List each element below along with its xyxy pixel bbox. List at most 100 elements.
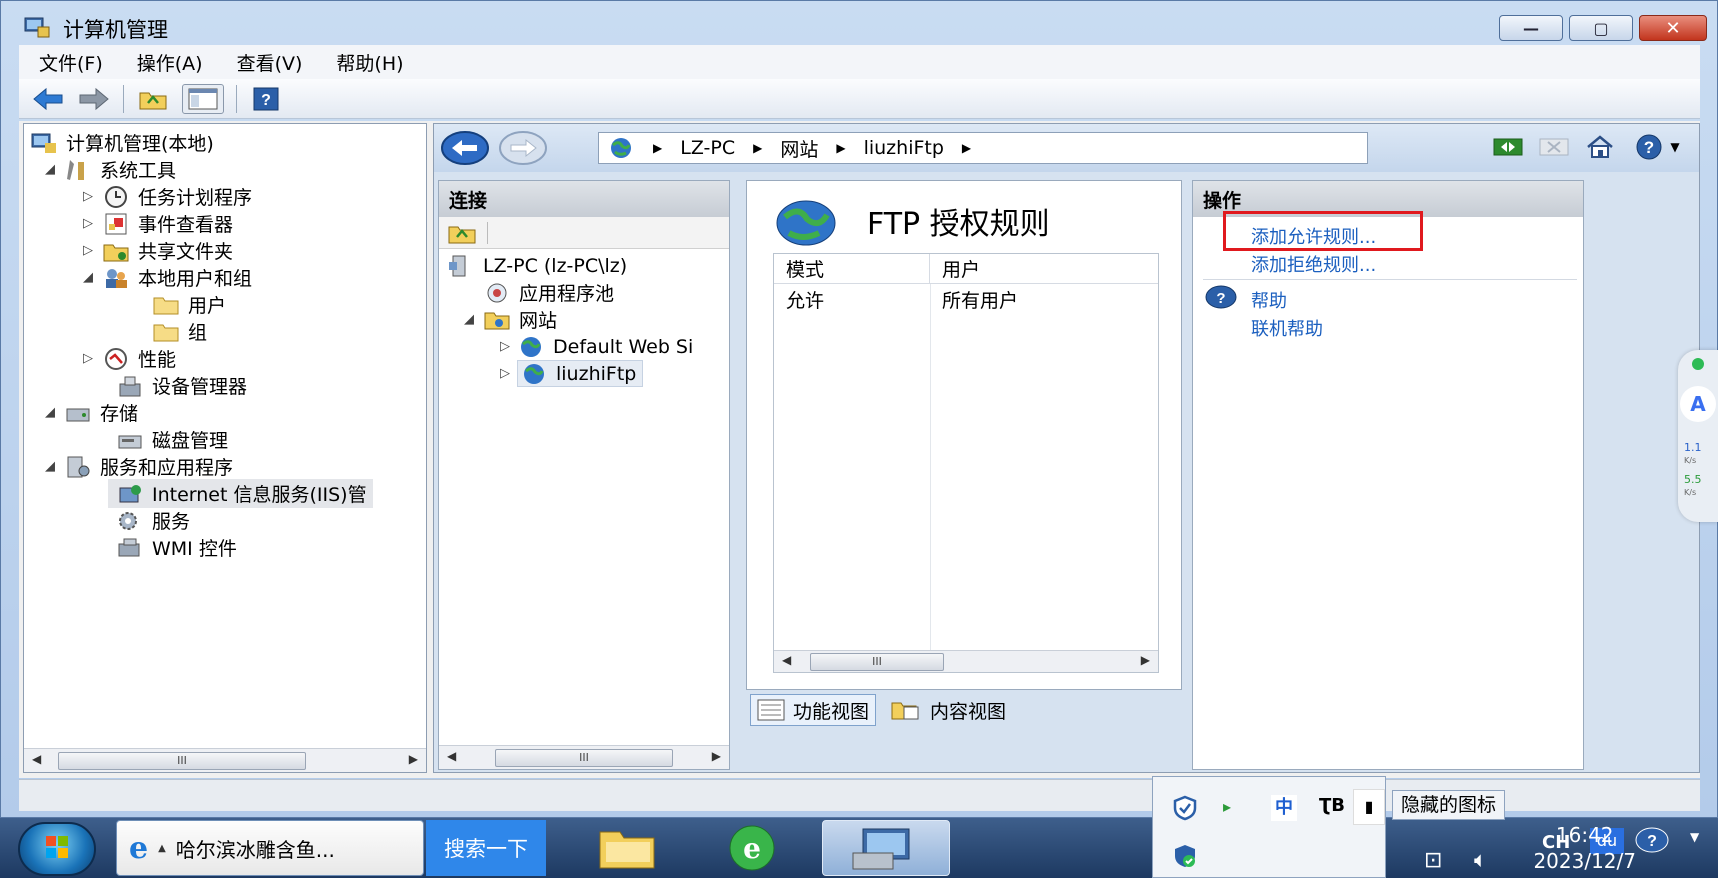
refresh-button[interactable] xyxy=(1491,132,1525,162)
menu-help[interactable]: 帮助(H) xyxy=(336,49,403,76)
expand-triangle-icon[interactable]: ▷ xyxy=(80,351,96,366)
play-icon[interactable]: ▸ xyxy=(1223,797,1231,816)
collapse-triangle-icon[interactable]: ◢ xyxy=(461,312,477,327)
device-manager-icon xyxy=(119,376,141,396)
conn-app-pools-node[interactable]: 应用程序池 xyxy=(483,278,614,307)
tb-app-icon[interactable]: ƮB xyxy=(1319,795,1345,816)
scroll-thumb[interactable]: III xyxy=(810,653,944,671)
scroll-right-icon[interactable]: ▶ xyxy=(712,749,721,763)
tree-item-local-users-groups[interactable]: ◢ 本地用户和组 xyxy=(80,263,252,292)
scroll-thumb[interactable]: III xyxy=(495,749,673,767)
tab-content-view[interactable]: 内容视图 xyxy=(884,694,1012,726)
scroll-left-icon[interactable]: ◀ xyxy=(782,653,791,667)
tree-item-iis-manager[interactable]: Internet 信息服务(IIS)管 xyxy=(108,479,373,508)
menu-view[interactable]: 查看(V) xyxy=(237,49,303,76)
maximize-button[interactable]: ▢ xyxy=(1569,15,1633,41)
expand-triangle-icon[interactable]: ▷ xyxy=(80,189,96,204)
tree-item-performance[interactable]: ▷ 性能 xyxy=(80,344,176,373)
iis-forward-button[interactable] xyxy=(498,130,548,166)
conn-default-web-site-node[interactable]: ▷ Default Web Si xyxy=(497,332,693,361)
scroll-left-icon[interactable]: ◀ xyxy=(447,749,456,763)
help-dropdown-button[interactable]: ? ▼ xyxy=(1629,132,1685,162)
help-tray-icon[interactable]: ? xyxy=(1634,826,1670,854)
collapse-triangle-icon[interactable]: ◢ xyxy=(42,162,58,177)
grid-horizontal-scrollbar[interactable]: ◀ III ▶ xyxy=(774,650,1158,672)
collapse-triangle-icon[interactable]: ◢ xyxy=(42,459,58,474)
show-hide-console-tree-button[interactable] xyxy=(182,83,224,114)
conn-server-node[interactable]: LZ-PC (lz-PC\lz) xyxy=(447,251,627,280)
conn-sites-node[interactable]: ◢ 网站 xyxy=(461,305,557,334)
tree-item-system-tools[interactable]: ◢ 系统工具 xyxy=(42,155,176,184)
volume-icon[interactable]: 🔈︎ xyxy=(1474,848,1487,873)
stop-icon xyxy=(1539,138,1569,156)
breadcrumb-separator-icon[interactable]: ▶ xyxy=(962,141,971,155)
network-icon[interactable]: ⊡ xyxy=(1424,848,1442,873)
expand-triangle-icon[interactable]: ▷ xyxy=(497,366,513,381)
start-button[interactable] xyxy=(18,822,96,876)
breadcrumb-liuzhiftp[interactable]: liuzhiFtp xyxy=(864,137,944,159)
horizontal-scrollbar[interactable]: ◀ III ▶ xyxy=(24,748,426,772)
tree-item-shared-folders[interactable]: ▷ 共享文件夹 xyxy=(80,236,233,265)
add-deny-rule-link[interactable]: 添加拒绝规则... xyxy=(1251,251,1376,277)
breadcrumb-sites[interactable]: 网站 xyxy=(780,135,818,162)
forward-button[interactable] xyxy=(77,84,111,114)
create-connection-icon[interactable] xyxy=(447,221,477,245)
collapse-triangle-icon[interactable]: ◢ xyxy=(42,405,58,420)
scroll-thumb[interactable]: III xyxy=(58,752,306,770)
tab-features-view[interactable]: 功能视图 xyxy=(750,694,877,726)
breadcrumb-separator-icon: ▶ xyxy=(753,141,763,155)
tree-item-users[interactable]: 用户 xyxy=(152,290,226,319)
home-button[interactable] xyxy=(1583,132,1617,162)
expand-triangle-icon[interactable]: ▷ xyxy=(80,243,96,258)
assistant-icon[interactable]: A xyxy=(1680,386,1716,422)
taskbar-computer-management[interactable] xyxy=(822,820,950,876)
collapse-triangle-icon[interactable]: ◢ xyxy=(80,270,96,285)
conn-liuzhiftp-node[interactable]: ▷ liuzhiFtp xyxy=(497,359,644,388)
address-bar[interactable]: ▶ LZ-PC ▶ 网站 ▶ liuzhiFtp ▶ xyxy=(598,132,1368,164)
column-header-mode[interactable]: 模式 xyxy=(774,254,930,283)
minimize-button[interactable]: — xyxy=(1499,15,1563,41)
table-row[interactable]: 允许 所有用户 xyxy=(774,284,1158,314)
up-level-button[interactable] xyxy=(136,84,170,114)
add-allow-rule-link[interactable]: 添加允许规则... xyxy=(1251,223,1376,249)
tree-item-device-manager[interactable]: 设备管理器 xyxy=(116,371,247,400)
help-link[interactable]: 帮助 xyxy=(1251,287,1287,313)
scroll-left-icon[interactable]: ◀ xyxy=(32,752,41,766)
tree-item-storage[interactable]: ◢ 存储 xyxy=(42,398,138,427)
expand-triangle-icon[interactable]: ▷ xyxy=(497,339,513,354)
bookmark-icon[interactable]: ▮ xyxy=(1353,789,1385,825)
taskbar-clock[interactable]: 16:42 2023/12/7 xyxy=(1533,822,1636,874)
shield-icon[interactable] xyxy=(1173,795,1197,821)
close-button[interactable]: ✕ xyxy=(1639,15,1707,41)
input-method-icon[interactable]: 中 xyxy=(1271,795,1297,821)
back-button[interactable] xyxy=(31,84,65,114)
expand-triangle-icon[interactable]: ▷ xyxy=(80,216,96,231)
breadcrumb-lz-pc[interactable]: LZ-PC xyxy=(680,137,735,159)
online-help-link[interactable]: 联机帮助 xyxy=(1251,315,1323,341)
menu-action[interactable]: 操作(A) xyxy=(137,49,203,76)
taskbar-ie-window[interactable]: e ▲ 哈尔滨冰雕含鱼... xyxy=(116,820,424,876)
tree-root[interactable]: 计算机管理(本地) xyxy=(30,128,214,157)
menu-file[interactable]: 文件(F) xyxy=(39,49,103,76)
help-toolbar-button[interactable]: ? xyxy=(249,84,283,114)
tree-item-services[interactable]: 服务 xyxy=(116,506,190,535)
folder-icon xyxy=(153,297,179,314)
network-speed-widget[interactable]: A 1.1 K/s 5.5 K/s xyxy=(1678,350,1718,522)
connections-horizontal-scrollbar[interactable]: ◀ III ▶ xyxy=(439,745,729,769)
taskbar-explorer[interactable] xyxy=(580,820,676,876)
taskbar-browser[interactable]: e xyxy=(704,820,800,876)
tree-item-services-applications[interactable]: ◢ 服务和应用程序 xyxy=(42,452,233,481)
stop-button[interactable] xyxy=(1537,132,1571,162)
search-button[interactable]: 搜索一下 xyxy=(426,820,546,876)
scroll-right-icon[interactable]: ▶ xyxy=(1141,653,1150,667)
tree-item-groups[interactable]: 组 xyxy=(152,317,207,346)
tree-item-wmi-control[interactable]: WMI 控件 xyxy=(116,533,237,562)
tree-item-event-viewer[interactable]: ▷ 事件查看器 xyxy=(80,209,233,238)
iis-back-button[interactable] xyxy=(440,130,490,166)
scroll-right-icon[interactable]: ▶ xyxy=(409,752,418,766)
chevron-down-icon[interactable]: ▼ xyxy=(1690,830,1699,844)
security-check-icon[interactable] xyxy=(1173,843,1197,869)
tree-item-disk-management[interactable]: 磁盘管理 xyxy=(116,425,228,454)
column-header-user[interactable]: 用户 xyxy=(930,254,1158,283)
tree-item-task-scheduler[interactable]: ▷ 任务计划程序 xyxy=(80,182,252,211)
